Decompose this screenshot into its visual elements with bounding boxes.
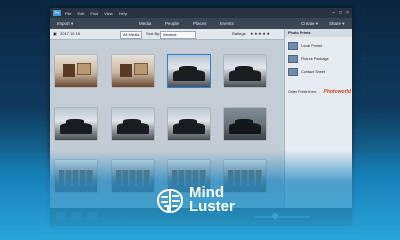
photoworld-logo: Photoworld <box>323 89 351 95</box>
brand-b: world <box>337 89 351 95</box>
share-button[interactable]: Share ▾ <box>326 20 348 27</box>
car-subject <box>173 118 205 135</box>
package-icon <box>288 54 298 63</box>
photo-thumbnail[interactable] <box>168 108 210 140</box>
local-printer-label: Local Printer <box>301 43 323 48</box>
maximize-icon[interactable]: □ <box>339 10 342 16</box>
rating-stars[interactable]: ★★★★★ <box>250 31 270 37</box>
panel-title: Photo Prints <box>285 29 352 37</box>
photo-thumbnail[interactable] <box>224 55 266 87</box>
app-logo-icon: Pe <box>53 10 61 16</box>
photo-thumbnail[interactable] <box>55 55 97 87</box>
local-printer-item[interactable]: Local Printer <box>288 41 322 50</box>
folder-icon: ▣ <box>53 31 57 36</box>
minimize-icon[interactable]: – <box>332 10 335 16</box>
car-subject <box>229 65 261 82</box>
watermark-line2: Luster <box>189 198 235 215</box>
sort-value: Newest <box>163 32 177 37</box>
tab-events[interactable]: Events <box>217 20 237 27</box>
printer-icon <box>288 41 298 50</box>
order-prints-label: Order Prints from: <box>288 90 317 94</box>
photo-thumbnail[interactable] <box>112 55 154 87</box>
photo-thumbnail[interactable] <box>167 54 211 88</box>
watermark-text: Mind Luster <box>189 185 235 215</box>
menu-edit[interactable]: Edit <box>77 11 84 16</box>
ratings-label: Ratings <box>232 31 246 36</box>
date-label: 2017 10 15 <box>60 31 81 36</box>
create-label: Create <box>301 21 315 26</box>
mode-tab-bar: Import ▾ Media People Places Events Crea… <box>50 18 352 29</box>
menu-view[interactable]: View <box>104 11 113 16</box>
menu-find[interactable]: Find <box>90 11 98 16</box>
car-subject <box>173 65 205 82</box>
order-prints-row[interactable]: Order Prints from: Photoworld <box>288 87 351 97</box>
contact-sheet-icon <box>288 67 298 76</box>
brand-a: Photo <box>323 89 338 95</box>
create-button[interactable]: Create ▾ <box>298 20 321 27</box>
car-subject <box>60 118 92 135</box>
car-subject <box>229 118 261 135</box>
tab-media[interactable]: Media <box>136 20 154 27</box>
car-subject <box>117 118 149 135</box>
picture-package-item[interactable]: Picture Package <box>288 54 329 63</box>
title-bar: Pe File Edit Find View Help – □ × <box>50 8 352 18</box>
contact-sheet-item[interactable]: Contact Sheet <box>288 67 325 76</box>
photo-thumbnail[interactable] <box>224 108 266 140</box>
tab-people[interactable]: People <box>162 20 182 27</box>
close-icon[interactable]: × <box>346 10 349 16</box>
brain-logo-icon <box>156 189 184 214</box>
menu-file[interactable]: File <box>65 11 71 16</box>
tab-places[interactable]: Places <box>190 20 210 27</box>
picture-package-label: Picture Package <box>301 56 329 61</box>
share-label: Share <box>329 21 342 26</box>
menu-help[interactable]: Help <box>119 11 127 16</box>
sort-by-label: Sort By: <box>146 31 161 36</box>
media-toolbar: ▣ 2017 10 15 All Media Sort By: Newest R… <box>50 29 284 40</box>
photo-thumbnail[interactable] <box>112 108 154 140</box>
photo-thumbnail[interactable] <box>55 108 97 140</box>
menu-bar: File Edit Find View Help <box>65 11 127 16</box>
window-controls: – □ × <box>332 10 349 16</box>
sort-select[interactable]: Newest <box>160 31 196 39</box>
import-label: Import <box>57 21 70 26</box>
all-media-button[interactable]: All Media <box>120 31 143 39</box>
import-button[interactable]: Import ▾ <box>54 20 76 27</box>
contact-sheet-label: Contact Sheet <box>301 69 326 74</box>
